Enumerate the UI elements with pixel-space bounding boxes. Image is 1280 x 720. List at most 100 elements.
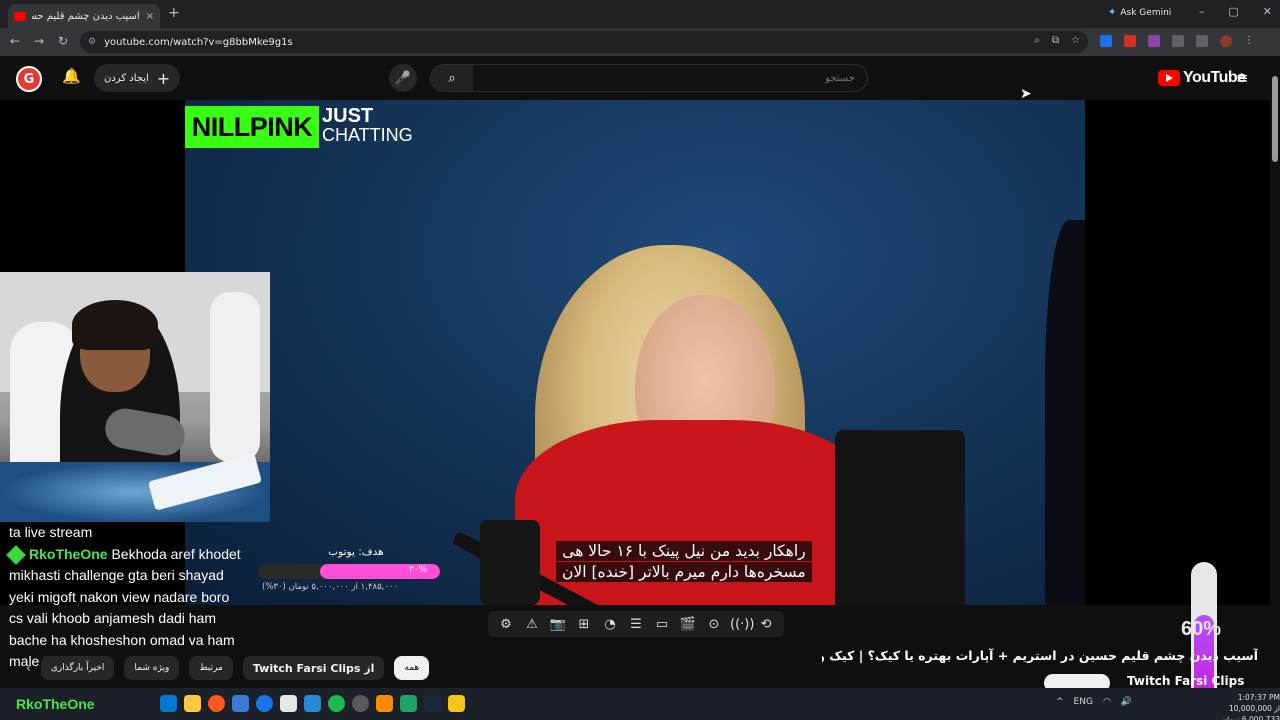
file-explorer-icon[interactable] <box>160 695 177 712</box>
extension-icons: ⋮ <box>1100 35 1256 47</box>
related-chips: ‹ اخیراً بارگذاری ویژه شما مرتبط Twitch … <box>26 656 430 680</box>
search-app-icon[interactable] <box>376 695 393 712</box>
clip-icon[interactable]: 🎬 <box>678 617 698 632</box>
chair <box>835 430 965 605</box>
chat-text: bache ha khosheshon omad va ham <box>9 631 235 648</box>
tab-title: آسیب دیدن چشم قلیم حسین در ا <box>32 10 140 22</box>
chip-recently-uploaded[interactable]: اخیراً بارگذاری <box>40 656 115 680</box>
search-input[interactable] <box>473 66 867 90</box>
webcam-mic-arm <box>210 292 260 462</box>
search-box: ⌕ <box>430 64 868 92</box>
url-text[interactable]: youtube.com/watch?v=g8bbMke9g1s <box>104 37 293 48</box>
youtube-logo[interactable]: YouTube <box>1158 69 1246 87</box>
ask-gemini-button[interactable]: ✦ Ask Gemini <box>1108 7 1171 18</box>
camera-icon[interactable]: 📷 <box>548 617 568 632</box>
window-controls: – ▢ ✕ <box>1199 5 1272 18</box>
wifi-icon[interactable]: ◠ <box>1103 697 1111 707</box>
broadcast-icon[interactable]: ((·)) <box>730 617 754 632</box>
gemini-label: Ask Gemini <box>1120 7 1172 18</box>
chatting-label: CHATTING <box>322 125 413 145</box>
overlay-toolbar: ⚙ ⚠ 📷 ⊞ ◔ ☰ ▭ 🎬 ⊙ ((·)) ⟲ <box>488 611 784 637</box>
zoom-icon[interactable]: ⌕ <box>1034 35 1040 46</box>
address-bar[interactable]: ⚙ youtube.com/watch?v=g8bbMke9g1s ⌕ ⧉ ☆ <box>80 31 1088 53</box>
spotify-icon[interactable] <box>328 695 345 712</box>
tray-chevron-icon[interactable]: ^ <box>1056 697 1064 707</box>
extension-red-icon[interactable] <box>1124 35 1136 47</box>
mail-icon[interactable] <box>304 695 321 712</box>
youtube-header: G 🔔 ایجاد کردن + 🎤 ⌕ YouTube ≡ <box>0 56 1270 100</box>
chip-for-you[interactable]: ویژه شما <box>124 656 180 680</box>
chat-message: yeki migoft nakon view nadare boro <box>0 587 270 609</box>
add-overlay-icon[interactable]: ⊞ <box>574 617 594 632</box>
taskbar-apps <box>160 695 465 712</box>
back-icon[interactable]: ← <box>10 34 20 48</box>
browser-icon[interactable] <box>256 695 273 712</box>
omnibox-actions: ⌕ ⧉ ☆ <box>1034 35 1080 46</box>
chip-channel-name: Twitch Farsi Clips <box>252 661 361 675</box>
chips-scroll-left-icon[interactable]: ‹ <box>26 661 31 675</box>
new-tab-button[interactable]: + <box>168 5 180 21</box>
notifications-bell-icon[interactable]: 🔔 <box>62 67 81 85</box>
microphone <box>480 520 540 605</box>
just-label: JUST <box>322 105 374 127</box>
obs-icon[interactable] <box>352 695 369 712</box>
close-window-icon[interactable]: ✕ <box>1263 5 1272 18</box>
clock-time: 1:07:37 PM <box>1237 693 1280 702</box>
browser-tabbar: آسیب دیدن چشم قلیم حسین در ا × + ✦ Ask G… <box>0 0 1280 28</box>
vscode-icon[interactable] <box>232 695 249 712</box>
nillpink-logo: NILLPINK <box>185 106 319 148</box>
settings-icon[interactable]: ⚙ <box>496 617 516 632</box>
extension-twitch-icon[interactable] <box>1148 35 1160 47</box>
chip-related[interactable]: مرتبط <box>189 656 233 680</box>
voice-search-mic-icon[interactable]: 🎤 <box>389 64 417 92</box>
chip-from-channel[interactable]: Twitch Farsi Clips از <box>242 656 385 680</box>
tab-close-icon[interactable]: × <box>146 11 154 22</box>
maximize-icon[interactable]: ▢ <box>1228 5 1238 18</box>
chat-username: RkoTheOne <box>29 545 108 562</box>
steam-icon[interactable] <box>424 695 441 712</box>
scrollbar-thumb[interactable] <box>1272 76 1278 162</box>
site-info-icon[interactable]: ⚙ <box>88 37 96 47</box>
taskbar-clock[interactable]: 1:07:37 PM 10,000,000 از 6,000,733 تومان <box>1200 692 1280 720</box>
search-button[interactable]: ⌕ <box>431 65 473 91</box>
extensions-puzzle-icon[interactable] <box>1172 35 1184 47</box>
create-button[interactable]: ایجاد کردن + <box>94 64 181 92</box>
extension-blue-icon[interactable] <box>1100 35 1112 47</box>
account-avatar[interactable]: G <box>16 66 42 92</box>
loop-icon[interactable]: ⟲ <box>756 617 776 632</box>
notion-icon[interactable] <box>280 695 297 712</box>
app-green-icon[interactable] <box>400 695 417 712</box>
tray-language[interactable]: ENG <box>1074 697 1093 707</box>
chat-text: Bekhoda aref khodet <box>107 545 241 562</box>
forward-icon[interactable]: → <box>34 34 44 48</box>
browser-tab[interactable]: آسیب دیدن چشم قلیم حسین در ا × <box>8 4 160 28</box>
folder-icon[interactable] <box>184 695 201 712</box>
guide-menu-icon[interactable]: ≡ <box>1236 69 1249 87</box>
chat-message: mikhasti challenge gta beri shayad <box>0 565 270 587</box>
share-icon[interactable]: ⧉ <box>1052 35 1059 46</box>
reading-list-icon[interactable] <box>1196 35 1208 47</box>
browser-navbar: ← → ↻ ⚙ youtube.com/watch?v=g8bbMke9g1s … <box>0 28 1280 56</box>
gemini-spark-icon: ✦ <box>1108 7 1117 18</box>
app-yellow-icon[interactable] <box>448 695 465 712</box>
firefox-icon[interactable] <box>208 695 225 712</box>
lab-icon[interactable]: ⚠ <box>522 617 542 632</box>
reload-icon[interactable]: ↻ <box>58 34 68 48</box>
page-scrollbar[interactable] <box>1270 56 1280 688</box>
webcam-overlay <box>0 272 270 522</box>
view-icon[interactable]: ⊙ <box>704 617 724 632</box>
screen-icon[interactable]: ▭ <box>652 617 672 632</box>
caption-line-1: راهکار بدید من نیل پینک با ۱۶ حالا هی <box>556 541 812 561</box>
profile-avatar-icon[interactable] <box>1220 35 1232 47</box>
bookmark-star-icon[interactable]: ☆ <box>1071 35 1080 46</box>
chrome-menu-icon[interactable]: ⋮ <box>1244 35 1256 47</box>
chat-message: ta live stream <box>0 522 270 544</box>
captions: راهکار بدید من نیل پینک با ۱۶ حالا هی مس… <box>556 541 812 583</box>
transcript-icon[interactable]: ☰ <box>626 617 646 632</box>
channel-name[interactable]: Twitch Farsi Clips <box>1127 674 1244 688</box>
chip-all[interactable]: همه <box>394 656 430 680</box>
volume-icon[interactable]: 🔊 <box>1121 697 1132 707</box>
chip-from-label: از <box>364 661 375 675</box>
minimize-icon[interactable]: – <box>1199 5 1205 18</box>
speed-gauge-icon[interactable]: ◔ <box>600 617 620 632</box>
